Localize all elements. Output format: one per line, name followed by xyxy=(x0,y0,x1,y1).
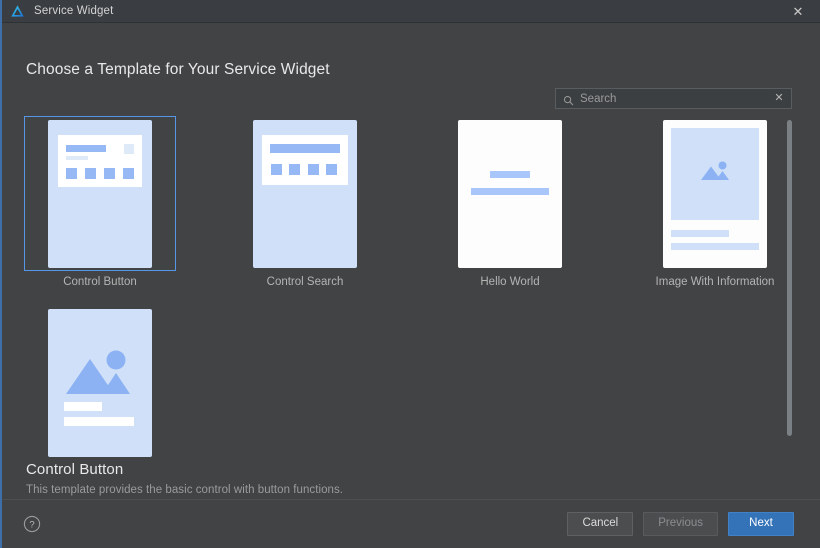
template-card-frame xyxy=(434,116,586,271)
preview-bar-secondary xyxy=(64,417,134,426)
template-card-label: Control Search xyxy=(266,276,344,288)
template-card-frame xyxy=(229,116,381,271)
thumb-image-area xyxy=(671,127,759,220)
preview-bar-primary xyxy=(64,402,102,411)
svg-text:?: ? xyxy=(29,520,34,531)
template-card-label: Hello World xyxy=(480,276,540,288)
search-input[interactable] xyxy=(580,89,772,108)
scrollbar-thumb[interactable] xyxy=(787,120,792,436)
template-card-control-search[interactable]: Control Search xyxy=(229,116,381,288)
selected-template-title: Control Button xyxy=(26,461,124,478)
template-thumbnail-hello-world xyxy=(458,119,562,268)
thumb-bar-secondary xyxy=(471,187,549,195)
thumb-button xyxy=(307,163,319,175)
selected-template-preview xyxy=(48,309,152,457)
thumb-bar-secondary xyxy=(66,155,88,160)
thumb-button xyxy=(85,167,96,179)
template-card-frame xyxy=(639,116,791,271)
clear-search-icon[interactable]: ✕ xyxy=(772,92,786,106)
next-button[interactable]: Next xyxy=(728,512,794,536)
template-card-image-with-information[interactable]: Image With Information xyxy=(639,116,791,288)
thumb-bar-primary xyxy=(66,144,106,152)
title-bar: Service Widget ✕ xyxy=(0,0,820,23)
help-icon[interactable]: ? xyxy=(22,514,42,534)
template-thumbnail-control-search xyxy=(253,119,357,268)
cancel-button[interactable]: Cancel xyxy=(567,512,634,536)
search-icon xyxy=(563,93,574,106)
service-widget-dialog: Service Widget ✕ Choose a Template for Y… xyxy=(0,0,820,548)
thumb-button xyxy=(325,163,337,175)
picture-icon xyxy=(698,158,732,189)
thumb-bar-primary xyxy=(490,170,530,178)
app-logo-icon xyxy=(9,3,25,19)
thumb-panel xyxy=(262,134,348,185)
template-card-label: Image With Information xyxy=(655,276,775,288)
template-grid-scrollbar[interactable] xyxy=(787,120,792,436)
close-icon[interactable]: ✕ xyxy=(776,0,820,23)
picture-icon xyxy=(64,346,136,403)
thumb-button xyxy=(271,163,282,175)
page-title: Choose a Template for Your Service Widge… xyxy=(26,61,330,78)
template-card-control-button[interactable]: Control Button xyxy=(24,116,176,288)
dialog-footer: ? Cancel Previous Next xyxy=(0,499,820,548)
window-title: Service Widget xyxy=(34,5,114,17)
template-card-hello-world[interactable]: Hello World xyxy=(434,116,586,288)
thumb-button xyxy=(123,167,134,179)
template-thumbnail-control-button xyxy=(48,119,152,268)
thumb-bar-primary xyxy=(671,229,729,237)
thumb-button xyxy=(104,167,115,179)
search-box[interactable]: ✕ xyxy=(555,88,792,109)
thumb-search-bar xyxy=(270,143,340,153)
template-grid: Control Button Control Search Hello Worl… xyxy=(0,116,820,288)
dialog-content: Choose a Template for Your Service Widge… xyxy=(0,23,820,499)
thumb-button xyxy=(66,167,77,179)
previous-button[interactable]: Previous xyxy=(643,512,718,536)
selected-template-description: This template provides the basic control… xyxy=(26,484,344,496)
template-thumbnail-image-with-information xyxy=(663,119,767,268)
thumb-panel xyxy=(58,134,142,187)
thumb-square-light xyxy=(124,143,134,154)
thumb-button-row xyxy=(271,163,337,175)
template-card-label: Control Button xyxy=(63,276,137,288)
template-card-frame xyxy=(24,116,176,271)
thumb-button xyxy=(289,163,301,175)
thumb-bar-secondary xyxy=(671,242,759,250)
thumb-button-row xyxy=(66,167,134,179)
